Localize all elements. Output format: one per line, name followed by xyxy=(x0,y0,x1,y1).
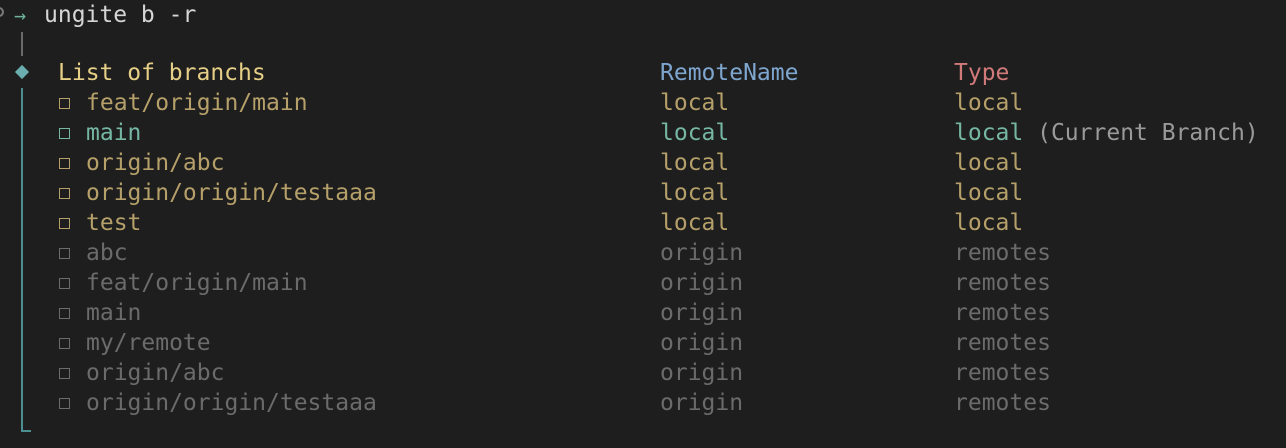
prompt-status-circle-icon xyxy=(0,7,4,17)
table-row[interactable]: main local local (Current Branch) xyxy=(0,118,1286,148)
branch-type-value: local xyxy=(954,210,1024,236)
table-row[interactable]: feat/origin/main local local xyxy=(0,88,1286,118)
branch-name: origin/origin/testaaa xyxy=(86,390,377,416)
checkbox-icon[interactable] xyxy=(59,188,70,199)
checkbox-icon[interactable] xyxy=(59,278,70,289)
table-row[interactable]: origin/origin/testaaa local local xyxy=(0,178,1286,208)
remote-name: local xyxy=(660,150,730,176)
branch-name: origin/origin/testaaa xyxy=(86,180,377,206)
branch-type-value: remotes xyxy=(954,330,1051,356)
branch-type: local xyxy=(954,208,1023,238)
checkbox-icon[interactable] xyxy=(59,128,70,139)
checkbox-icon[interactable] xyxy=(59,308,70,319)
branch-type: remotes xyxy=(954,268,1051,298)
gutter-line-end xyxy=(21,430,31,432)
table-row[interactable]: origin/abc local local xyxy=(0,148,1286,178)
checkbox-icon[interactable] xyxy=(59,218,70,229)
table-row[interactable]: test local local xyxy=(0,208,1286,238)
branch-name: origin/abc xyxy=(86,150,225,176)
branch-name: feat/origin/main xyxy=(86,90,308,116)
branch-type-value: local xyxy=(954,120,1024,146)
table-row[interactable]: my/remote origin remotes xyxy=(0,328,1286,358)
branch-type-value: remotes xyxy=(954,270,1051,296)
remote-name: origin xyxy=(660,360,744,386)
checkbox-icon[interactable] xyxy=(59,248,70,259)
checkbox-icon[interactable] xyxy=(59,338,70,349)
branch-type: remotes xyxy=(954,388,1051,418)
branch-name: feat/origin/main xyxy=(86,270,308,296)
branch-type: remotes xyxy=(954,298,1051,328)
table-row[interactable]: feat/origin/main origin remotes xyxy=(0,268,1286,298)
remote-name: origin xyxy=(660,330,744,356)
remote-name: origin xyxy=(660,300,744,326)
branch-type-value: local xyxy=(954,150,1024,176)
branch-type-value: remotes xyxy=(954,390,1051,416)
table-row[interactable]: origin/abc origin remotes xyxy=(0,358,1286,388)
branch-type-value: local xyxy=(954,90,1024,116)
branch-name: test xyxy=(86,210,142,236)
branch-type: local xyxy=(954,178,1023,208)
branch-name: main xyxy=(86,300,142,326)
checkbox-icon[interactable] xyxy=(59,398,70,409)
column-header-type: Type xyxy=(954,60,1010,86)
branch-name: abc xyxy=(86,240,128,266)
branch-type: remotes xyxy=(954,358,1051,388)
branch-type: local xyxy=(954,88,1023,118)
checkbox-icon[interactable] xyxy=(59,368,70,379)
remote-name: local xyxy=(660,210,730,236)
branch-type: local (Current Branch) xyxy=(954,118,1259,148)
branch-type-value: remotes xyxy=(954,300,1051,326)
remote-name: origin xyxy=(660,270,744,296)
branch-name: main xyxy=(86,120,142,146)
remote-name: origin xyxy=(660,240,744,266)
list-title: List of branchs xyxy=(58,60,266,86)
table-row[interactable]: abc origin remotes xyxy=(0,238,1286,268)
gutter-line-connector xyxy=(21,32,23,56)
checkbox-icon[interactable] xyxy=(59,158,70,169)
prompt-arrow-icon: → xyxy=(14,3,27,27)
branch-name: my/remote xyxy=(86,330,211,356)
checkbox-icon[interactable] xyxy=(59,98,70,109)
table-row[interactable]: main origin remotes xyxy=(0,298,1286,328)
branch-name: origin/abc xyxy=(86,360,225,386)
branch-type-value: remotes xyxy=(954,360,1051,386)
remote-name: local xyxy=(660,120,730,146)
current-branch-note: (Current Branch) xyxy=(1037,120,1259,146)
remote-name: origin xyxy=(660,390,744,416)
branch-type: local xyxy=(954,148,1023,178)
branch-type-value: remotes xyxy=(954,240,1051,266)
column-header-remote-name: RemoteName xyxy=(660,60,799,86)
branch-type: remotes xyxy=(954,328,1051,358)
branch-type-value: local xyxy=(954,180,1024,206)
remote-name: local xyxy=(660,90,730,116)
table-header: List of branchs RemoteName Type xyxy=(0,58,1286,88)
branch-type: remotes xyxy=(954,238,1051,268)
remote-name: local xyxy=(660,180,730,206)
command-text: ungite b -r xyxy=(44,2,197,28)
table-row[interactable]: origin/origin/testaaa origin remotes xyxy=(0,388,1286,418)
